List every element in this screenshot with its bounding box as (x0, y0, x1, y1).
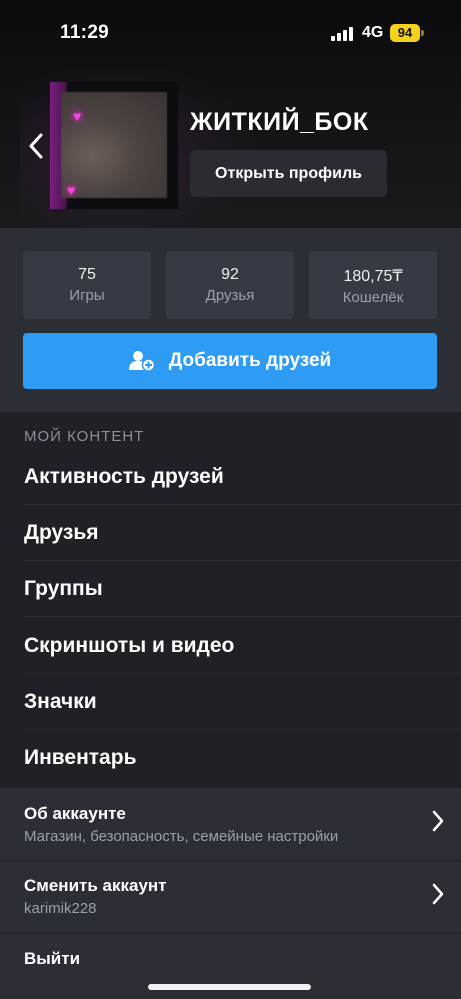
menu-item-badges[interactable]: Значки (0, 674, 461, 730)
menu-item-label: Группы (24, 577, 103, 600)
account-section: Об аккаунте Магазин, безопасность, семей… (0, 788, 461, 999)
heart-icon: ♥ (67, 182, 76, 198)
about-account-title: Об аккаунте (24, 804, 126, 823)
open-profile-button[interactable]: Открыть профиль (190, 150, 387, 197)
profile-header: 11:29 4G 94 ♥ ♥ ЖИТКИЙ_БОК Открыть профи… (0, 0, 461, 228)
about-account-subtitle: Магазин, безопасность, семейные настройк… (24, 828, 339, 845)
stat-label: Игры (69, 287, 105, 304)
menu-item-label: Друзья (24, 521, 99, 544)
stat-friends[interactable]: 92 Друзья (166, 251, 294, 319)
chevron-right-icon (432, 883, 444, 905)
back-button[interactable] (22, 128, 50, 164)
switch-account-subtitle: karimik228 (24, 900, 97, 917)
stat-value: 75 (78, 266, 96, 283)
add-user-icon (128, 351, 155, 372)
divider (24, 616, 461, 617)
stat-value: 180,75₸ (343, 268, 403, 285)
menu-item-label: Значки (24, 690, 97, 713)
switch-account-item[interactable]: Сменить аккаунт karimik228 (0, 861, 461, 933)
add-friends-button[interactable]: Добавить друзей (23, 333, 437, 389)
add-friends-label: Добавить друзей (168, 350, 332, 371)
menu-item-label: Скриншоты и видео (24, 634, 235, 657)
menu-item-label: Активность друзей (24, 465, 224, 488)
stat-wallet[interactable]: 180,75₸ Кошелёк (309, 251, 437, 319)
menu-item-friends[interactable]: Друзья (0, 505, 461, 561)
menu-item-label: Инвентарь (24, 746, 137, 769)
battery-cap (421, 30, 424, 36)
profile-username: ЖИТКИЙ_БОК (190, 108, 369, 136)
stat-value: 92 (221, 266, 239, 283)
my-content-section: МОЙ КОНТЕНТ Активность друзей Друзья Гру… (0, 412, 461, 788)
stats-section: 75 Игры 92 Друзья 180,75₸ Кошелёк Добави… (0, 228, 461, 412)
logout-title: Выйти (24, 949, 81, 968)
menu-item-groups[interactable]: Группы (0, 561, 461, 617)
stat-label: Друзья (205, 287, 255, 304)
battery-icon: 94 (390, 24, 420, 42)
switch-account-title: Сменить аккаунт (24, 876, 167, 895)
menu-item-inventory[interactable]: Инвентарь (0, 730, 461, 786)
status-bar: 11:29 4G 94 (0, 0, 461, 62)
cellular-signal-icon (331, 27, 355, 41)
menu-item-friends-activity[interactable]: Активность друзей (0, 449, 461, 505)
stat-games[interactable]: 75 Игры (23, 251, 151, 319)
status-time: 11:29 (60, 22, 110, 43)
stat-label: Кошелёк (342, 289, 404, 306)
about-account-item[interactable]: Об аккаунте Магазин, безопасность, семей… (0, 788, 461, 860)
home-indicator (148, 984, 311, 990)
network-type: 4G (362, 24, 384, 41)
heart-icon: ♥ (73, 108, 82, 124)
chevron-right-icon (432, 810, 444, 832)
menu-item-screenshots[interactable]: Скриншоты и видео (0, 618, 461, 674)
chevron-left-icon (29, 133, 43, 159)
section-title: МОЙ КОНТЕНТ (24, 428, 145, 445)
